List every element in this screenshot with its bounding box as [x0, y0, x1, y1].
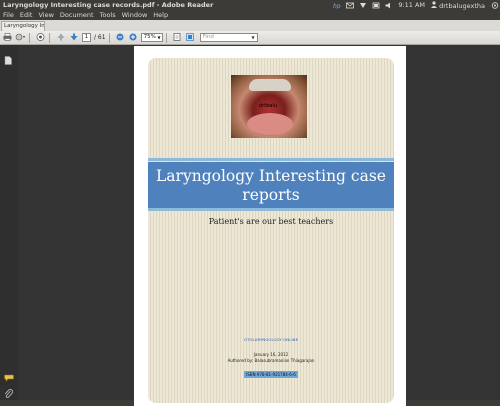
comment-button[interactable] — [35, 32, 46, 43]
cover-card: drtbalu Laryngology Interesting case rep… — [148, 58, 394, 403]
photo-tongue — [247, 113, 293, 135]
menu-bar: File Edit View Document Tools Window Hel… — [0, 10, 500, 20]
toolbar-divider — [29, 32, 30, 43]
zoom-select[interactable]: 75% ▼ — [140, 33, 163, 42]
tab-bar: Laryngology Int... — [0, 20, 500, 31]
zoom-in-icon — [129, 33, 137, 43]
arrow-up-icon — [57, 33, 65, 43]
zoom-out-button[interactable] — [115, 33, 126, 43]
zoom-value: 75% — [143, 34, 156, 40]
toolbar-divider — [165, 32, 167, 43]
user-name: drtbalugextha — [439, 1, 485, 10]
power-icon[interactable] — [491, 1, 499, 9]
page-number-input[interactable]: 1 — [82, 33, 91, 42]
paperclip-icon — [4, 384, 14, 403]
user-menu[interactable]: drtbalugextha — [431, 0, 485, 10]
menu-view[interactable]: View — [38, 11, 53, 19]
photo-teeth — [249, 79, 291, 91]
system-tray: hp 9:11 AM drtbalugextha — [333, 0, 499, 10]
attachments-panel-button[interactable] — [4, 384, 14, 398]
svg-text:hp: hp — [333, 3, 341, 9]
pages-panel-button[interactable] — [4, 50, 14, 65]
chevron-down-icon: ▼ — [251, 35, 255, 40]
zoom-out-icon — [116, 33, 124, 43]
find-placeholder: Find — [202, 34, 214, 40]
fit-width-icon — [186, 32, 194, 43]
navigation-panel — [0, 45, 18, 400]
menu-document[interactable]: Document — [60, 11, 94, 19]
next-page-button[interactable] — [68, 33, 79, 43]
menu-help[interactable]: Help — [153, 11, 168, 19]
menu-window[interactable]: Window — [122, 11, 148, 19]
comments-panel-button[interactable] — [4, 367, 14, 383]
network-icon[interactable]: hp — [333, 2, 341, 10]
pdf-page: drtbalu Laryngology Interesting case rep… — [134, 46, 406, 406]
battery-icon[interactable] — [372, 2, 380, 9]
banner-accent-top — [148, 158, 394, 161]
speech-bubble-icon — [36, 32, 45, 43]
printer-icon — [3, 32, 12, 43]
document-viewer[interactable]: drtbalu Laryngology Interesting case rep… — [18, 45, 500, 406]
author-line: Authored by: Balasubramanian Thiagarajan — [227, 358, 315, 363]
document-title: Laryngology Interesting case reports — [148, 162, 394, 208]
isbn-label: ISBN 978-81-921784-6-6 — [244, 371, 298, 378]
page-icon — [4, 50, 12, 69]
document-tab[interactable]: Laryngology Int... — [1, 21, 45, 31]
toolbar-divider — [49, 32, 50, 43]
menu-tools[interactable]: Tools — [100, 11, 116, 19]
arrow-down-icon — [70, 33, 78, 43]
toolbar-divider — [108, 32, 110, 43]
banner-accent-bottom — [148, 208, 394, 211]
print-button[interactable] — [2, 32, 13, 43]
previous-page-button[interactable] — [55, 33, 66, 43]
window-title: Laryngology Interesting case records.pdf… — [3, 1, 214, 9]
chevron-down-icon: ▼ — [157, 35, 161, 40]
site-name: OTOLARYNGOLOGY ONLINE — [243, 337, 299, 342]
mail-icon[interactable] — [346, 2, 355, 9]
publish-date: January 16, 2012 — [253, 352, 289, 357]
menu-edit[interactable]: Edit — [20, 11, 33, 19]
fit-page-button[interactable] — [172, 32, 183, 43]
volume-icon[interactable] — [385, 2, 392, 9]
page-total: / 61 — [94, 34, 106, 41]
top-panel: Laryngology Interesting case records.pdf… — [0, 0, 500, 10]
zoom-in-button[interactable] — [128, 33, 139, 43]
fit-width-button[interactable] — [185, 32, 196, 43]
wifi-icon[interactable] — [359, 2, 367, 9]
document-subtitle: Patient's are our best teachers — [208, 217, 334, 226]
clock[interactable]: 9:11 AM — [398, 1, 425, 9]
photo-watermark: drtbalu — [259, 103, 277, 109]
share-icon — [15, 33, 26, 43]
cover-photo: drtbalu — [231, 75, 307, 138]
collaborate-button[interactable] — [15, 33, 26, 43]
fit-page-icon — [173, 32, 181, 43]
user-icon — [431, 0, 438, 10]
menu-file[interactable]: File — [3, 11, 14, 19]
toolbar: 1 / 61 75% ▼ Find ▼ — [0, 31, 500, 45]
find-input[interactable]: Find ▼ — [199, 33, 258, 42]
